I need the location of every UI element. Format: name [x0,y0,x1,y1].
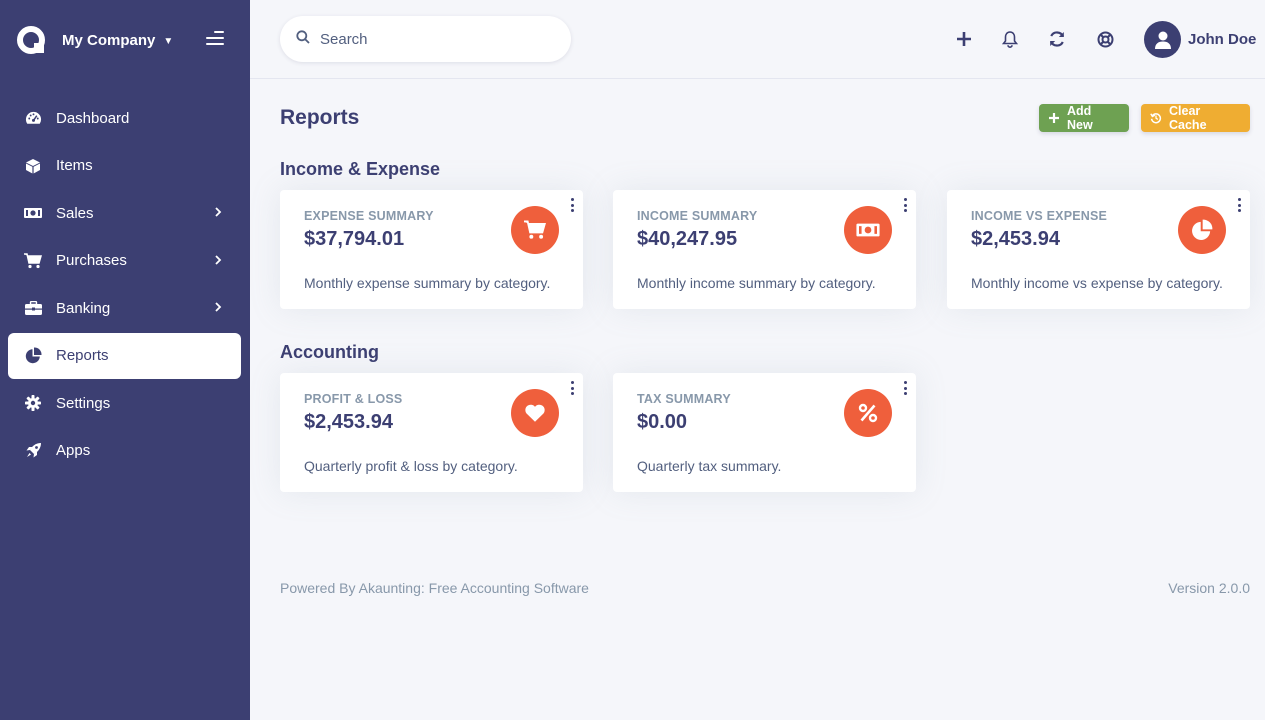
search-box[interactable] [280,16,571,62]
clear-cache-button[interactable]: Clear Cache [1141,104,1250,132]
sidebar-item-label: Banking [56,299,111,317]
briefcase-icon [24,299,42,317]
card-description: Quarterly tax summary. [637,458,782,474]
section-title: Accounting [280,342,379,362]
life-ring-icon[interactable] [1094,28,1116,50]
cube-icon [24,157,42,175]
chevron-right-icon [211,205,225,219]
gear-icon [24,394,42,412]
sidebar-item-settings[interactable]: Settings [8,380,241,426]
report-card-income-vs-expense[interactable]: Income vs Expense $2,453.94 Monthly inco… [947,190,1250,309]
card-title: Expense Summary [304,209,434,223]
sidebar-item-label: Reports [56,347,109,364]
shopping-cart-icon [24,252,42,270]
card-description: Monthly income vs expense by category. [971,275,1223,291]
report-card-tax-summary[interactable]: Tax Summary $0.00 Quarterly tax summary. [613,373,916,492]
plus-icon[interactable] [953,28,975,50]
history-icon [1150,112,1162,124]
sidebar-item-label: Apps [56,442,91,459]
card-title: Tax Summary [637,392,731,406]
sidebar-item-label: Dashboard [56,109,130,127]
search-input[interactable] [320,30,540,48]
sidebar-item-sales[interactable]: Sales [8,190,241,236]
clear-cache-label: Clear Cache [1169,104,1207,132]
section-title: Income & Expense [280,159,441,179]
percent-icon [844,389,892,437]
add-new-label: Add New [1067,104,1093,132]
card-description: Quarterly profit & loss by category. [304,458,518,474]
pie-chart-icon [24,347,42,365]
caret-down-icon: ▼ [163,35,174,47]
menu-toggle-button[interactable] [206,31,226,49]
card-amount: $0.00 [637,411,688,433]
more-options-icon[interactable] [1236,198,1242,212]
more-options-icon[interactable] [902,198,908,212]
add-new-button[interactable]: Add New [1039,104,1129,132]
sidebar-item-label: Items [56,157,93,174]
sidebar-item-label: Sales [56,204,94,222]
footer-powered-by[interactable]: Powered By Akaunting: Free Accounting So… [280,580,589,596]
shopping-cart-icon [511,206,559,254]
company-name: My Company [62,31,156,49]
footer-version: Version 2.0.0 [1168,580,1250,596]
heart-icon [511,389,559,437]
report-card-income-summary[interactable]: Income Summary $40,247.95 Monthly income… [613,190,916,309]
card-amount: $2,453.94 [304,411,393,433]
card-description: Monthly income summary by category. [637,275,876,291]
chevron-right-icon [211,300,225,314]
search-icon [296,29,310,49]
sidebar-item-reports[interactable]: Reports [8,332,241,379]
tachometer-icon [24,109,42,127]
sidebar-item-banking[interactable]: Banking [8,285,241,331]
sidebar: My Company ▼ Dashboard Items Sales Purch… [0,0,250,720]
sidebar-item-apps[interactable]: Apps [8,428,241,474]
chevron-right-icon [211,253,225,267]
card-amount: $2,453.94 [971,228,1060,250]
card-title: Profit & Loss [304,392,403,406]
sidebar-nav: Dashboard Items Sales Purchases Banking … [8,95,241,475]
avatar[interactable] [1144,21,1181,58]
user-icon [1154,31,1171,49]
refresh-icon[interactable] [1046,28,1068,50]
sidebar-item-purchases[interactable]: Purchases [8,238,241,284]
card-amount: $37,794.01 [304,228,405,250]
card-amount: $40,247.95 [637,228,738,250]
pie-chart-icon [1178,206,1226,254]
page-title: Reports [280,106,360,129]
sidebar-item-label: Purchases [56,252,127,269]
bell-icon[interactable] [999,28,1021,50]
more-options-icon[interactable] [569,198,575,212]
top-navbar: John Doe [250,0,1265,79]
report-card-expense-summary[interactable]: Expense Summary $37,794.01 Monthly expen… [280,190,583,309]
money-bill-icon [844,206,892,254]
user-name[interactable]: John Doe [1188,31,1256,48]
card-title: Income vs Expense [971,209,1108,223]
card-title: Income Summary [637,209,758,223]
akaunting-logo-icon [16,25,46,55]
sidebar-item-label: Settings [56,394,111,412]
sidebar-item-dashboard[interactable]: Dashboard [8,95,241,141]
plus-icon [1048,112,1060,124]
rocket-icon [24,442,42,460]
sidebar-item-items[interactable]: Items [8,143,241,189]
card-description: Monthly expense summary by category. [304,275,551,291]
more-options-icon[interactable] [902,381,908,395]
report-card-profit-loss[interactable]: Profit & Loss $2,453.94 Quarterly profit… [280,373,583,492]
more-options-icon[interactable] [569,381,575,395]
money-icon [24,204,42,222]
